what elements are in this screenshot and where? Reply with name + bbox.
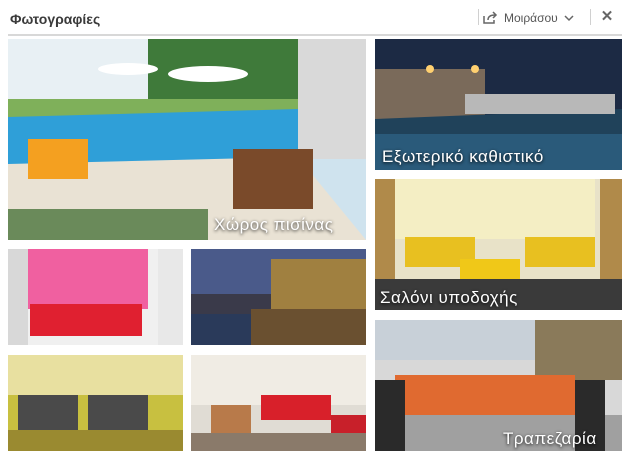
photo-tile-outdoor-lounge[interactable]: Εξωτερικό καθιστικό xyxy=(375,39,622,170)
gym-photo xyxy=(8,355,183,451)
photo-tile-room[interactable] xyxy=(191,355,366,451)
pool-photo xyxy=(8,39,366,240)
gallery-title: Φωτογραφίες xyxy=(10,11,101,27)
share-label: Μοιράσου xyxy=(504,11,558,25)
photo-caption: Σαλόνι υποδοχής xyxy=(380,288,518,307)
photo-tile-lobby[interactable]: Σαλόνι υποδοχής xyxy=(375,179,622,310)
photo-caption: Χώρος πισίνας xyxy=(214,215,334,234)
chevron-down-icon xyxy=(564,15,574,22)
header-rule xyxy=(8,34,622,36)
photo-caption: Εξωτερικό καθιστικό xyxy=(382,147,544,166)
divider xyxy=(478,9,479,25)
close-button[interactable]: ✕ xyxy=(598,7,616,27)
bar-photo xyxy=(8,249,183,345)
share-icon xyxy=(483,11,498,24)
photo-tile-terrace[interactable] xyxy=(191,249,366,345)
photo-tile-pool[interactable]: Χώρος πισίνας xyxy=(8,39,366,240)
close-icon: ✕ xyxy=(600,8,614,25)
photo-tile-gym[interactable] xyxy=(8,355,183,451)
divider xyxy=(590,9,591,25)
share-button[interactable]: Μοιράσου xyxy=(482,8,574,28)
gallery-header: Φωτογραφίες Μοιράσου ✕ xyxy=(0,0,633,36)
room-photo xyxy=(191,355,366,451)
photo-caption: Τραπεζαρία xyxy=(503,429,597,448)
photo-tile-dining[interactable]: Τραπεζαρία xyxy=(375,320,622,451)
terrace-photo xyxy=(191,249,366,345)
photo-tile-bar[interactable] xyxy=(8,249,183,345)
